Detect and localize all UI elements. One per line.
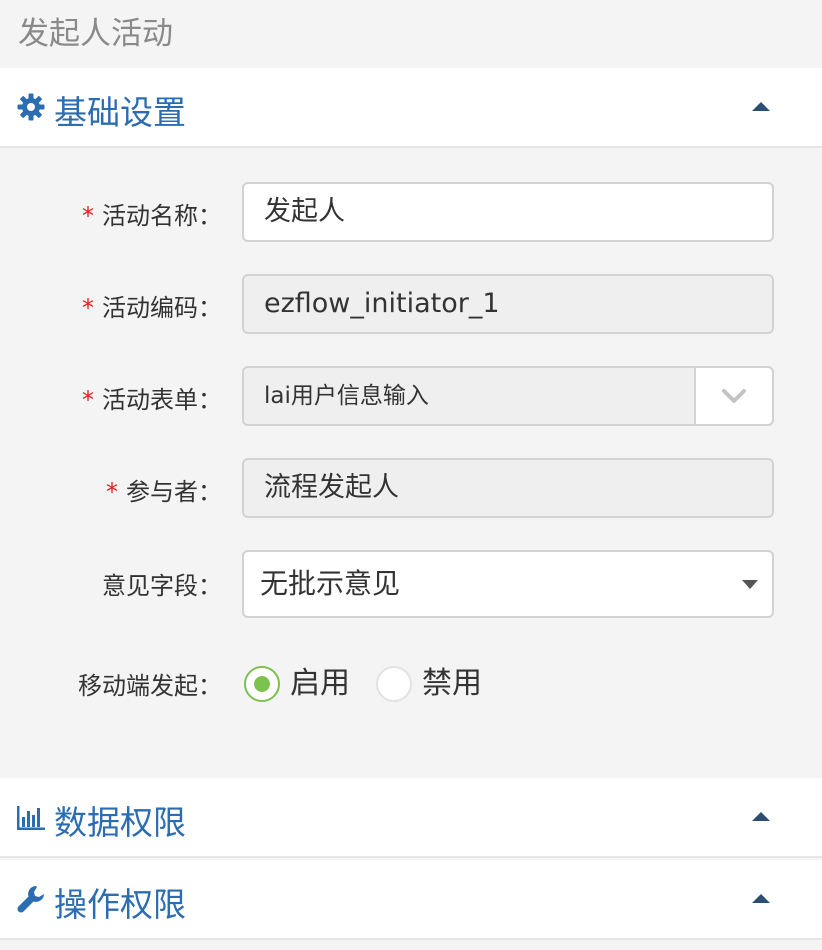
section-header-operation[interactable]: 操作权限 — [0, 860, 822, 940]
section-title-operation: 操作权限 — [54, 885, 186, 924]
mobile-initiate-label: 移动端发起： — [78, 672, 222, 700]
radio-enable-circle[interactable] — [244, 666, 280, 702]
gear-icon — [17, 93, 45, 121]
activity-form-label: * 活动表单： — [82, 386, 222, 414]
chevron-down-icon — [722, 389, 746, 403]
activity-form-value: lai用户信息输入 — [264, 383, 429, 409]
collapse-caret-icon[interactable] — [752, 102, 770, 111]
participant-input: 流程发起人 — [242, 458, 774, 518]
radio-disable-circle[interactable] — [376, 666, 412, 702]
collapse-caret-icon[interactable] — [752, 894, 770, 903]
opinion-field-value: 无批示意见 — [260, 567, 401, 600]
activity-name-label: * 活动名称： — [82, 202, 222, 230]
page-title: 发起人活动 — [18, 16, 173, 52]
required-mark: * — [82, 294, 94, 322]
radio-enable-label[interactable]: 启用 — [290, 664, 350, 704]
section-header-basic[interactable]: 基础设置 — [0, 68, 822, 148]
activity-code-input: ezflow_initiator_1 — [242, 274, 774, 334]
activity-form-select[interactable]: lai用户信息输入 — [242, 366, 774, 426]
activity-form-dropdown-button[interactable] — [694, 368, 772, 424]
wrench-icon — [17, 886, 44, 913]
participant-label: * 参与者： — [106, 478, 222, 506]
section-header-data[interactable]: 数据权限 — [0, 778, 822, 858]
radio-disable-label[interactable]: 禁用 — [422, 664, 482, 704]
activity-code-label: * 活动编码： — [82, 294, 222, 322]
activity-name-input[interactable]: 发起人 — [242, 182, 774, 242]
required-mark: * — [106, 478, 118, 506]
collapse-caret-icon[interactable] — [752, 812, 770, 821]
opinion-field-label: 意见字段： — [102, 572, 222, 600]
caret-down-icon — [742, 580, 758, 589]
section-title-data: 数据权限 — [54, 803, 186, 842]
section-title-basic: 基础设置 — [54, 93, 186, 132]
required-mark: * — [82, 202, 94, 230]
required-mark: * — [82, 386, 94, 414]
bar-chart-icon — [17, 806, 45, 830]
opinion-field-select[interactable]: 无批示意见 — [242, 550, 774, 618]
